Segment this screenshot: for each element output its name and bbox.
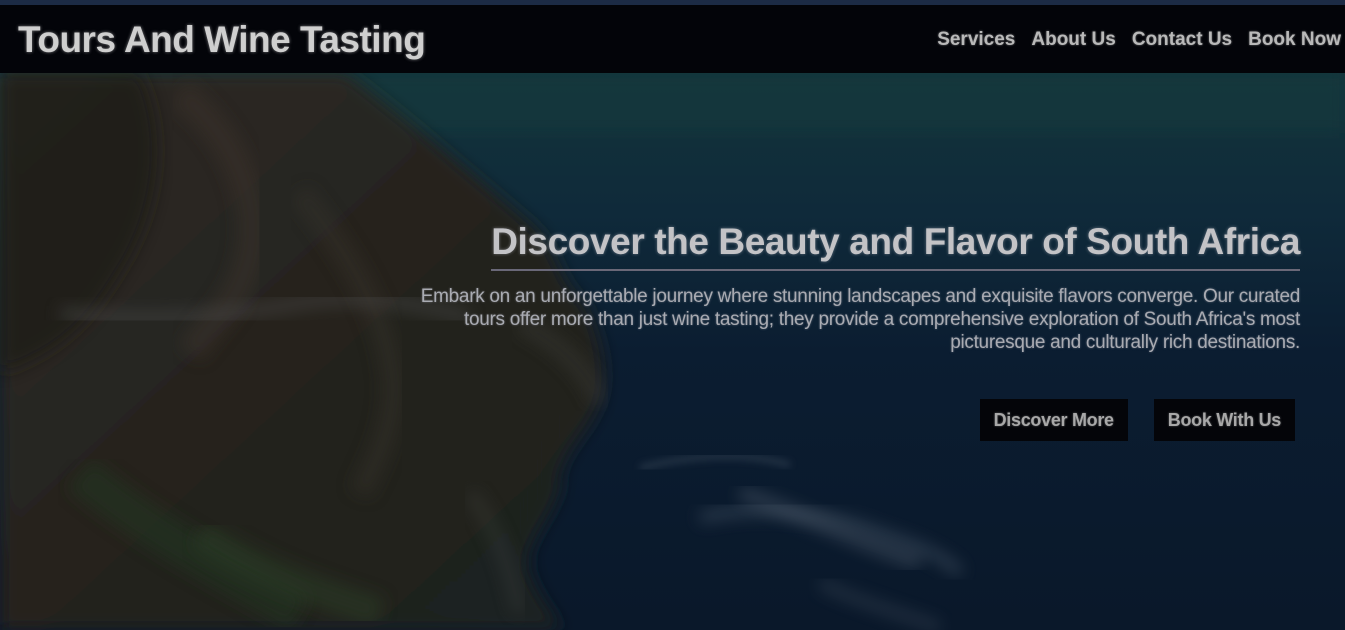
hero-buttons: Discover More Book With Us [979, 399, 1295, 441]
book-with-us-button[interactable]: Book With Us [1153, 399, 1295, 441]
nav-links: Services About Us Contact Us Book Now [937, 29, 1341, 51]
navbar: Tours And Wine Tasting Services About Us… [0, 5, 1345, 73]
nav-link-contact-us[interactable]: Contact Us [1132, 29, 1232, 51]
nav-link-book-now[interactable]: Book Now [1248, 29, 1341, 51]
discover-more-button[interactable]: Discover More [979, 399, 1128, 441]
site-brand[interactable]: Tours And Wine Tasting [18, 19, 426, 61]
page: Tours And Wine Tasting Services About Us… [0, 0, 1345, 630]
hero-description: Embark on an unforgettable journey where… [420, 286, 1301, 353]
hero-content: Discover the Beauty and Flavor of South … [400, 221, 1301, 354]
nav-link-services[interactable]: Services [937, 29, 1015, 51]
hero-section: Discover the Beauty and Flavor of South … [0, 73, 1345, 630]
nav-link-about-us[interactable]: About Us [1031, 29, 1115, 51]
hero-title: Discover the Beauty and Flavor of South … [491, 221, 1300, 271]
